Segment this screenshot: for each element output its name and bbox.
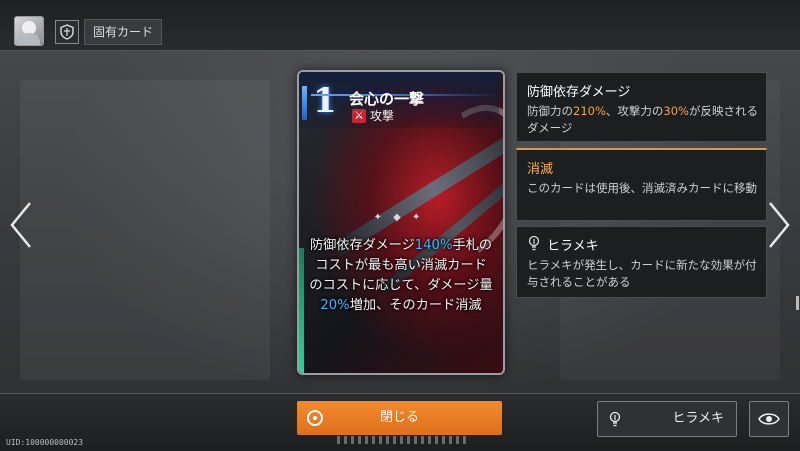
card-strip bbox=[299, 248, 304, 373]
keyword-title: ヒラメキ bbox=[547, 239, 599, 254]
hirameki-button[interactable]: ヒラメキ bbox=[597, 401, 737, 437]
card-cost: 1 bbox=[313, 81, 337, 121]
next-arrow-icon[interactable] bbox=[766, 200, 792, 250]
keyword-title: 消滅 bbox=[527, 162, 554, 177]
view-button[interactable] bbox=[749, 401, 789, 437]
hirameki-label: ヒラメキ bbox=[672, 411, 724, 426]
page-indicator bbox=[337, 436, 467, 444]
lightbulb-icon bbox=[528, 235, 540, 251]
keyword-text: ヒラメキが発生し、カードに新たな効果が付与されることがある bbox=[527, 258, 757, 289]
prev-arrow-icon[interactable] bbox=[8, 200, 34, 250]
keyword-text: 防御力の210%、攻撃力の30%が反映されるダメージ bbox=[527, 104, 758, 135]
keyword-panel-exhaust: 消滅 このカードは使用後、消滅済みカードに移動 bbox=[516, 148, 767, 221]
shield-icon[interactable] bbox=[55, 20, 79, 44]
card-type: 攻撃 bbox=[370, 109, 395, 123]
skill-card[interactable]: 1 会心の一撃 ⚔ 攻撃 ✦ ◆ ✦ 防御依存ダメージ140%手札のコストが最も… bbox=[297, 70, 505, 375]
ornament-icon: ✦ ◆ ✦ bbox=[373, 212, 425, 223]
keyword-panel-defense-damage: 防御依存ダメージ 防御力の210%、攻撃力の30%が反映されるダメージ bbox=[516, 72, 767, 142]
top-bar: 固有カード bbox=[0, 0, 800, 51]
card-name: 会心の一撃 bbox=[349, 90, 425, 108]
keyword-panel-hirameki: ヒラメキ ヒラメキが発生し、カードに新たな効果が付与されることがある bbox=[516, 226, 767, 298]
card-description: 防御依存ダメージ140%手札のコストが最も高い消滅カードのコストに応じて、ダメー… bbox=[309, 238, 493, 313]
lightbulb-icon bbox=[609, 411, 621, 427]
keyword-text: このカードは使用後、消滅済みカードに移動 bbox=[527, 181, 757, 195]
avatar[interactable] bbox=[14, 16, 44, 46]
background-panel bbox=[20, 80, 270, 380]
edge-marker bbox=[796, 296, 799, 310]
eye-icon bbox=[758, 413, 780, 425]
close-button[interactable]: 閉じる bbox=[297, 401, 502, 435]
cost-bar bbox=[302, 86, 307, 120]
attack-type-icon: ⚔ bbox=[352, 109, 366, 123]
card-header: 1 会心の一撃 ⚔ 攻撃 bbox=[299, 72, 499, 128]
unique-card-tab[interactable]: 固有カード bbox=[84, 19, 163, 45]
close-label: 閉じる bbox=[379, 410, 419, 425]
user-id: UID:100000000023 bbox=[6, 438, 84, 447]
keyword-title: 防御依存ダメージ bbox=[527, 85, 631, 100]
